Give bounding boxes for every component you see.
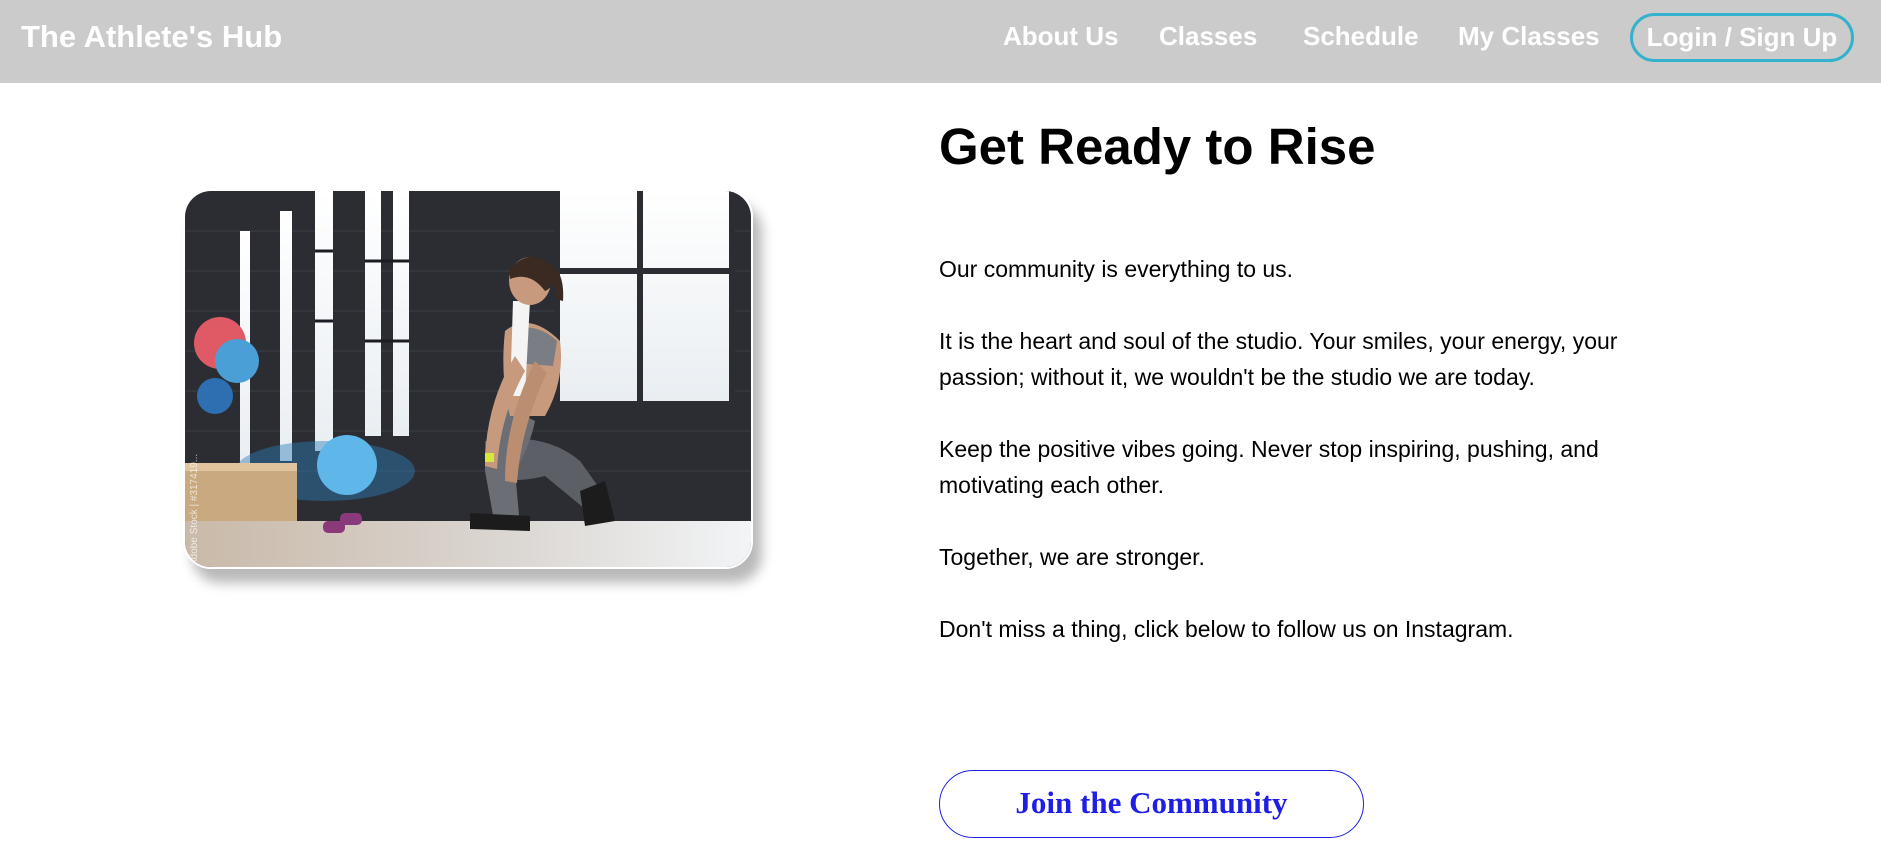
hero-photo-athlete-tying-shoe: Adobe Stock | #317419...: [183, 189, 753, 569]
nav-about-us[interactable]: About Us: [1003, 21, 1119, 52]
login-signup-button[interactable]: Login / Sign Up: [1630, 13, 1854, 62]
nav-schedule[interactable]: Schedule: [1303, 21, 1419, 52]
intro-paragraph: Our community is everything to us.: [939, 256, 1294, 282]
stronger-paragraph: Together, we are stronger.: [939, 544, 1205, 570]
top-navbar: The Athlete's Hub About Us Classes Sched…: [0, 0, 1881, 83]
nav-classes[interactable]: Classes: [1159, 21, 1257, 52]
site-brand[interactable]: The Athlete's Hub: [21, 19, 282, 55]
instagram-paragraph: Don't miss a thing, click below to follo…: [939, 616, 1514, 642]
vibes-paragraph: Keep the positive vibes going. Never sto…: [939, 436, 1599, 498]
community-paragraph: It is the heart and soul of the studio. …: [939, 328, 1618, 390]
stock-watermark: Adobe Stock | #317419...: [189, 454, 200, 566]
page-title: Get Ready to Rise: [939, 118, 1376, 175]
nav-my-classes[interactable]: My Classes: [1458, 21, 1600, 52]
join-community-button[interactable]: Join the Community: [939, 770, 1364, 838]
